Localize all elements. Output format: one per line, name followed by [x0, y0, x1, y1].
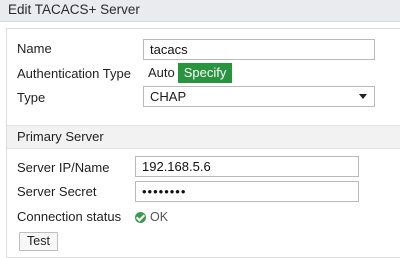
- server-ip-input[interactable]: 192.168.5.6: [135, 156, 359, 177]
- auth-type-label: Authentication Type: [17, 66, 131, 81]
- ok-check-icon: [135, 211, 146, 223]
- dialog-title: Edit TACACS+ Server: [0, 0, 400, 22]
- caret-down-icon: [359, 94, 367, 99]
- name-label: Name: [17, 41, 52, 56]
- connection-status-label: Connection status: [17, 209, 122, 224]
- connection-status: OK: [135, 209, 168, 225]
- connection-status-value: OK: [150, 210, 169, 224]
- primary-server-header: Primary Server: [7, 125, 400, 149]
- auth-auto-option[interactable]: Auto: [143, 63, 178, 83]
- type-label: Type: [17, 90, 46, 105]
- test-button[interactable]: Test: [19, 232, 58, 251]
- type-select[interactable]: CHAP: [143, 86, 375, 107]
- server-secret-input[interactable]: ••••••••: [135, 181, 359, 202]
- server-secret-label: Server Secret: [17, 184, 97, 199]
- name-input[interactable]: tacacs: [143, 39, 375, 60]
- form-panel: Name tacacs Authentication Type Auto Spe…: [6, 28, 400, 258]
- auth-specify-option[interactable]: Specify: [177, 63, 233, 83]
- type-select-value: CHAP: [150, 89, 187, 104]
- auth-type-toggle: Auto Specify: [143, 63, 233, 83]
- server-ip-label: Server IP/Name: [17, 160, 110, 175]
